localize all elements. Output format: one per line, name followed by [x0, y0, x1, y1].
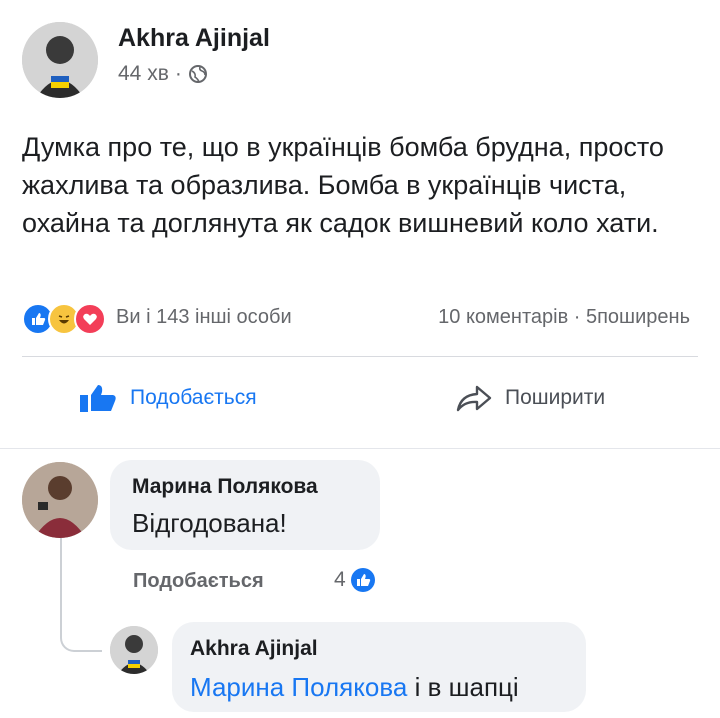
comment-like-count: 4 — [334, 568, 346, 591]
reply-body: і в шапці — [407, 672, 519, 702]
comments-shares-count[interactable]: 10 коментарів · 5поширень — [438, 306, 690, 329]
divider — [0, 448, 720, 449]
comment-reaction-count[interactable]: 4 — [334, 567, 376, 593]
share-button[interactable]: Поширити — [455, 383, 605, 413]
comment-like-button[interactable]: Подобається — [133, 570, 264, 593]
comment-author-avatar[interactable] — [22, 462, 98, 538]
meta-separator: · — [174, 62, 182, 85]
share-arrow-icon — [456, 385, 492, 412]
reply-mention-link[interactable]: Марина Полякова — [190, 672, 407, 702]
globe-icon — [188, 65, 207, 83]
like-button-label: Подобається — [130, 386, 257, 409]
share-button-label: Поширити — [505, 386, 606, 409]
reactions-summary[interactable]: Ви і 143 інші особи — [116, 306, 292, 329]
reply-author-avatar[interactable] — [110, 626, 158, 674]
thumbs-up-icon — [80, 385, 116, 412]
post-author-name[interactable]: Akhra Ajinjal — [118, 24, 270, 53]
post-author-avatar[interactable] — [22, 22, 98, 98]
reply-thread-line — [60, 538, 102, 652]
comment-author-name[interactable]: Марина Полякова — [132, 475, 318, 499]
love-reaction-icon — [74, 303, 106, 335]
like-reaction-icon — [350, 568, 375, 592]
post-meta: 44 хв · — [118, 62, 208, 86]
reply-text: Марина Полякова і в шапці — [190, 672, 519, 703]
post-time[interactable]: 44 хв — [118, 62, 169, 86]
comment-text: Відгодована! — [132, 508, 287, 538]
post-text: Думка про те, що в українців бомба брудн… — [22, 132, 664, 238]
reaction-icons[interactable] — [22, 303, 106, 335]
like-button[interactable]: Подобається — [78, 383, 257, 413]
reply-author-name[interactable]: Akhra Ajinjal — [190, 637, 318, 661]
divider — [22, 356, 698, 357]
reactions-row: Ви і 143 інші особи 10 коментарів · 5пош… — [22, 303, 702, 335]
